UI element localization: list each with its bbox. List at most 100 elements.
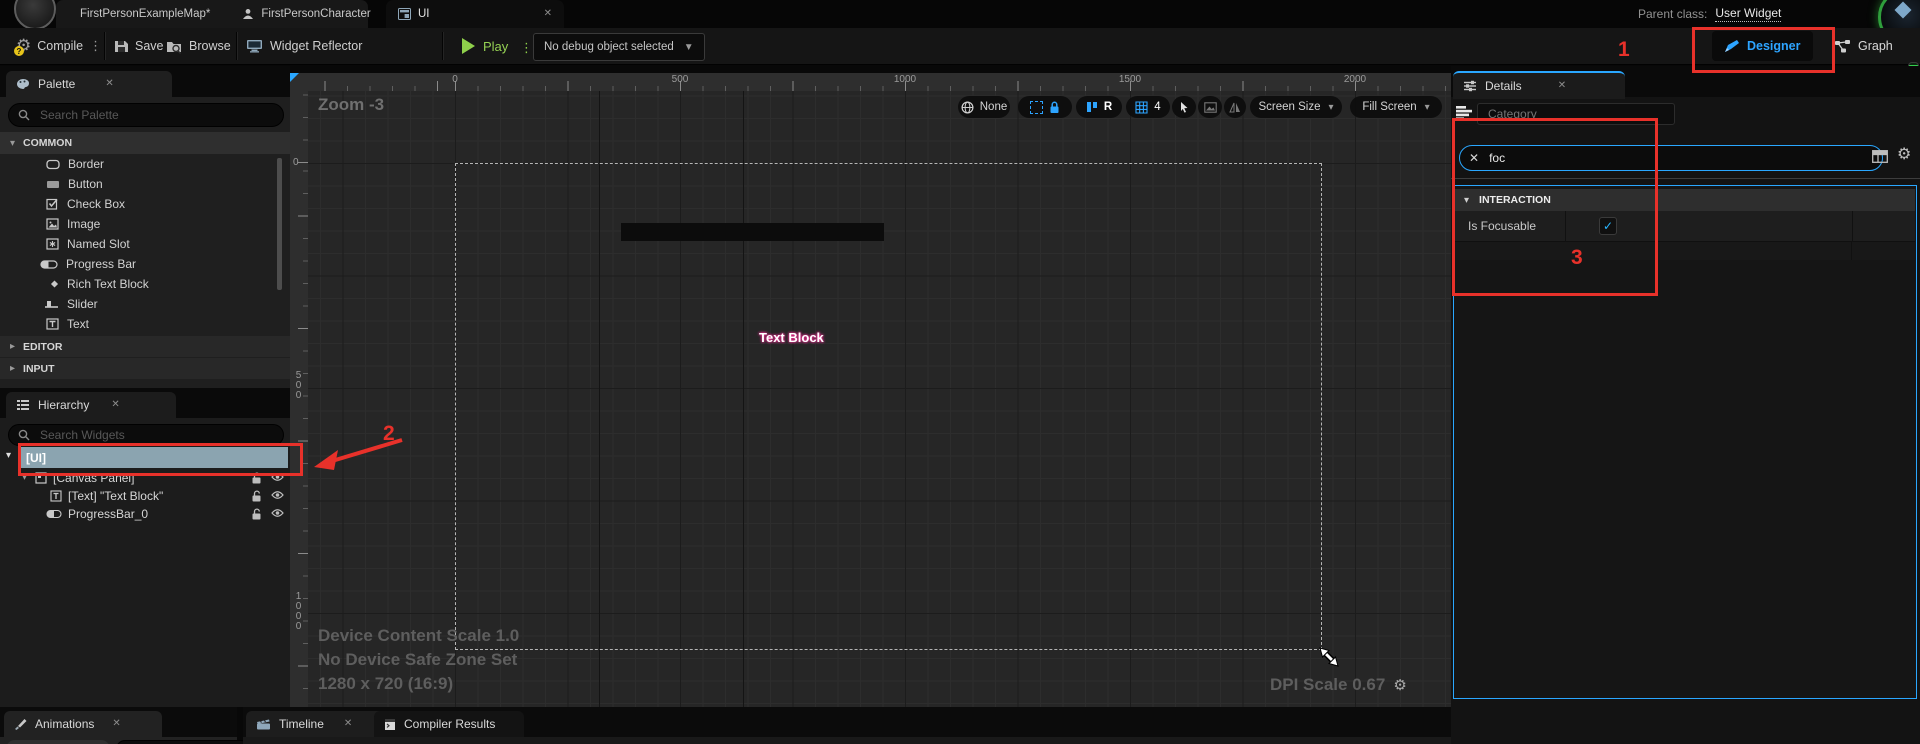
search-icon <box>18 429 30 441</box>
hierarchy-search-input[interactable] <box>38 427 274 443</box>
timeline-dock: Timeline ✕ Compiler Results <box>243 707 1451 744</box>
hierarchy-row-text-block[interactable]: [Text] "Text Block" <box>0 487 290 504</box>
palette-item-label: Progress Bar <box>66 257 136 271</box>
compile-gear-icon: ⚙ ? <box>16 38 31 54</box>
play-options-icon[interactable]: ⋮ <box>520 42 533 54</box>
debug-object-dropdown[interactable]: No debug object selected ▼ <box>533 33 705 61</box>
close-icon[interactable]: ✕ <box>112 719 120 729</box>
dpi-settings-gear-icon[interactable]: ⚙ <box>1393 678 1406 693</box>
compile-button[interactable]: ⚙ ? Compile ⋮ <box>16 32 102 60</box>
resolution-toggle[interactable]: R <box>1076 96 1122 118</box>
screen-size-dropdown[interactable]: Screen Size ▾ <box>1250 96 1342 118</box>
palette-section-input[interactable]: ▸ INPUT <box>0 358 300 379</box>
ruler-origin <box>290 73 308 91</box>
hierarchy-row-progressbar[interactable]: ProgressBar_0 <box>0 505 290 522</box>
save-label: Save <box>135 39 164 53</box>
progressbar-widget[interactable] <box>621 223 884 241</box>
compile-options-icon[interactable]: ⋮ <box>89 40 102 52</box>
parent-class-label: Parent class: <box>1638 7 1707 21</box>
sliders-icon <box>1463 80 1477 92</box>
grid-icon <box>1135 101 1148 114</box>
details-settings-gear-icon[interactable]: ⚙ <box>1897 147 1911 162</box>
fill-screen-dropdown[interactable]: Fill Screen ▾ <box>1350 96 1442 118</box>
palette-item-progress-bar[interactable]: Progress Bar <box>40 257 136 271</box>
browse-label: Browse <box>189 39 231 53</box>
design-frame-outline[interactable] <box>455 163 1322 650</box>
unreal-logo-icon[interactable] <box>14 0 56 30</box>
safe-zone-status: No Device Safe Zone Set <box>318 648 519 672</box>
palette-search-input[interactable] <box>38 107 274 123</box>
lock-icon[interactable] <box>1049 101 1060 114</box>
palette-item-border[interactable]: Border <box>46 157 104 171</box>
close-icon[interactable]: ✕ <box>1558 81 1566 91</box>
monitor-icon <box>246 39 263 53</box>
display-grid-icon[interactable] <box>1872 150 1888 163</box>
doc-tab-group: FirstPersonExampleMap* FirstPersonCharac… <box>56 0 368 28</box>
eye-icon[interactable] <box>271 508 284 520</box>
close-icon[interactable]: ✕ <box>544 9 552 19</box>
palette-item-checkbox[interactable]: Check Box <box>46 197 125 211</box>
cursor-select-button[interactable] <box>1172 96 1196 118</box>
graph-mode-button[interactable]: Graph <box>1834 31 1893 61</box>
add-animation-button[interactable]: + ANIMATION <box>6 740 110 744</box>
grid-snap-toggle[interactable]: 4 <box>1126 96 1170 118</box>
tab-compiler-results[interactable]: Compiler Results <box>374 711 524 737</box>
button-icon <box>46 179 60 190</box>
annotation-arrow <box>310 436 406 474</box>
save-icon <box>114 39 129 54</box>
play-button[interactable]: Play <box>462 32 508 60</box>
eye-icon[interactable] <box>271 490 284 502</box>
ruler-tick-label: 500 <box>672 74 689 85</box>
save-button[interactable]: Save <box>114 32 164 60</box>
preview-background-button[interactable] <box>1198 96 1222 118</box>
close-icon[interactable]: ✕ <box>111 400 119 410</box>
palette-item-rich-text[interactable]: Rich Text Block <box>50 277 149 291</box>
palette-item-named-slot[interactable]: Named Slot <box>46 237 130 251</box>
tab-timeline[interactable]: Timeline ✕ <box>246 711 390 737</box>
text-block-widget[interactable]: Text Block <box>759 330 824 345</box>
marquee-select-icon[interactable] <box>1030 101 1043 114</box>
chevron-right-icon: ▸ <box>10 363 15 374</box>
palette-item-label: Check Box <box>67 197 125 211</box>
flip-mirror-button[interactable] <box>1224 96 1246 118</box>
palette-search[interactable] <box>8 103 284 127</box>
annotation-number-3: 3 <box>1571 246 1583 270</box>
ruler-tick-label: 2000 <box>1344 74 1366 85</box>
browse-button[interactable]: Browse <box>166 32 231 60</box>
animations-dock: Animations ✕ + ANIMATION <box>0 707 237 744</box>
rich-text-icon <box>50 279 59 289</box>
tab-hierarchy[interactable]: Hierarchy ✕ <box>6 392 176 418</box>
section-label: EDITOR <box>23 341 62 353</box>
palette-item-text[interactable]: Text <box>46 317 89 331</box>
palette-section-editor[interactable]: ▸ EDITOR <box>0 336 300 357</box>
lock-open-icon[interactable] <box>251 508 262 520</box>
resize-cursor-icon <box>1318 646 1340 668</box>
animations-search[interactable] <box>116 740 250 744</box>
annotation-box-interaction <box>1452 118 1658 296</box>
chevron-down-icon[interactable]: ▾ <box>6 450 11 461</box>
grid-snap-size: 4 <box>1154 101 1160 113</box>
tab-details[interactable]: Details ✕ <box>1453 71 1625 99</box>
tab-ui[interactable]: UI ✕ <box>386 0 564 28</box>
image-icon <box>46 218 59 230</box>
tab-label: FirstPersonCharacter <box>261 8 370 20</box>
palette-item-image[interactable]: Image <box>46 217 100 231</box>
anchor-dropdown[interactable]: None <box>958 96 1010 118</box>
close-icon[interactable]: ✕ <box>105 79 113 89</box>
palette-section-common[interactable]: ▾ COMMON <box>0 132 300 154</box>
tab-palette[interactable]: Palette ✕ <box>6 71 172 97</box>
resolution-letter: R <box>1104 101 1112 113</box>
widget-reflector-button[interactable]: Widget Reflector <box>246 32 362 60</box>
tab-animations[interactable]: Animations ✕ <box>4 711 162 737</box>
hierarchy-icon <box>16 399 30 411</box>
close-icon[interactable]: ✕ <box>344 719 352 729</box>
palette-item-slider[interactable]: Slider <box>44 297 98 311</box>
ruler-tick-label: 0 <box>293 157 299 168</box>
palette-scrollbar[interactable] <box>277 158 282 290</box>
parent-class-link[interactable]: User Widget <box>1715 6 1781 22</box>
tab-firstpersonexamplemap[interactable]: FirstPersonExampleMap* <box>56 8 228 20</box>
toolbar-separator <box>104 32 106 60</box>
lock-open-icon[interactable] <box>251 490 262 502</box>
tab-firstpersoncharacter[interactable]: FirstPersonCharacter <box>228 8 384 20</box>
palette-item-button[interactable]: Button <box>46 177 103 191</box>
